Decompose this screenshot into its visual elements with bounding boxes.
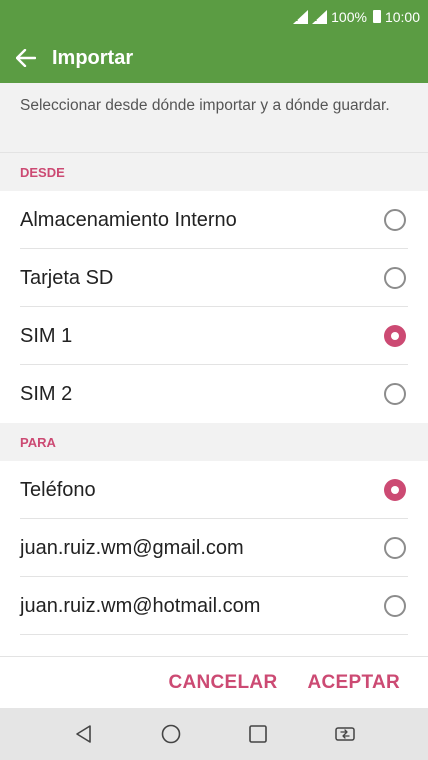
section-header-to: PARA bbox=[0, 423, 428, 461]
home-circle-icon bbox=[161, 724, 180, 744]
sim1-signal-icon: 1 bbox=[293, 9, 309, 24]
back-triangle-icon bbox=[75, 725, 91, 743]
app-bar: Importar bbox=[0, 33, 428, 83]
option-to-hotmail[interactable]: juan.ruiz.wm@hotmail.com bbox=[0, 577, 428, 635]
option-from-sd-card[interactable]: Tarjeta SD bbox=[0, 249, 428, 307]
radio-button[interactable] bbox=[384, 209, 406, 231]
option-to-phone[interactable]: Teléfono bbox=[0, 461, 428, 519]
arrow-left-icon bbox=[16, 49, 36, 67]
radio-button-selected[interactable] bbox=[384, 325, 406, 347]
dialog-actions: CANCELAR ACEPTAR bbox=[0, 656, 428, 708]
divider bbox=[20, 634, 408, 635]
section-header-from: DESDE bbox=[0, 153, 428, 191]
radio-button[interactable] bbox=[384, 267, 406, 289]
navigation-bar bbox=[0, 708, 428, 760]
option-label: SIM 1 bbox=[20, 324, 73, 347]
option-label: SIM 2 bbox=[20, 382, 73, 405]
dual-window-icon bbox=[334, 727, 355, 741]
battery-icon bbox=[372, 10, 381, 23]
option-label: juan.ruiz.wm@hotmail.com bbox=[20, 594, 261, 617]
radio-button[interactable] bbox=[384, 537, 406, 559]
cancel-button[interactable]: CANCELAR bbox=[168, 672, 277, 694]
battery-percent: 100% bbox=[331, 8, 367, 25]
screen: 1 2 100% 10:00 Importar Seleccionar desd… bbox=[0, 0, 428, 760]
nav-dual-window-button[interactable] bbox=[325, 714, 365, 754]
option-from-internal-storage[interactable]: Almacenamiento Interno bbox=[0, 191, 428, 249]
sim2-signal-icon: 2 bbox=[312, 9, 328, 24]
nav-recents-button[interactable] bbox=[238, 714, 278, 754]
status-bar: 1 2 100% 10:00 bbox=[0, 0, 428, 33]
clock: 10:00 bbox=[384, 8, 420, 25]
recents-square-icon bbox=[248, 725, 267, 743]
nav-back-button[interactable] bbox=[64, 714, 104, 754]
option-label: Almacenamiento Interno bbox=[20, 208, 237, 231]
page-title: Importar bbox=[52, 46, 134, 69]
description-text: Seleccionar desde dónde importar y a dón… bbox=[0, 83, 428, 153]
radio-button[interactable] bbox=[384, 595, 406, 617]
option-label: juan.ruiz.wm@gmail.com bbox=[20, 536, 244, 559]
nav-home-button[interactable] bbox=[151, 714, 191, 754]
option-to-gmail[interactable]: juan.ruiz.wm@gmail.com bbox=[0, 519, 428, 577]
radio-button[interactable] bbox=[384, 383, 406, 405]
option-from-sim2[interactable]: SIM 2 bbox=[0, 365, 428, 423]
accept-button[interactable]: ACEPTAR bbox=[307, 672, 400, 694]
radio-button-selected[interactable] bbox=[384, 479, 406, 501]
option-label: Teléfono bbox=[20, 478, 96, 501]
option-from-sim1[interactable]: SIM 1 bbox=[0, 307, 428, 365]
option-label: Tarjeta SD bbox=[20, 266, 114, 289]
back-button[interactable] bbox=[0, 33, 52, 83]
